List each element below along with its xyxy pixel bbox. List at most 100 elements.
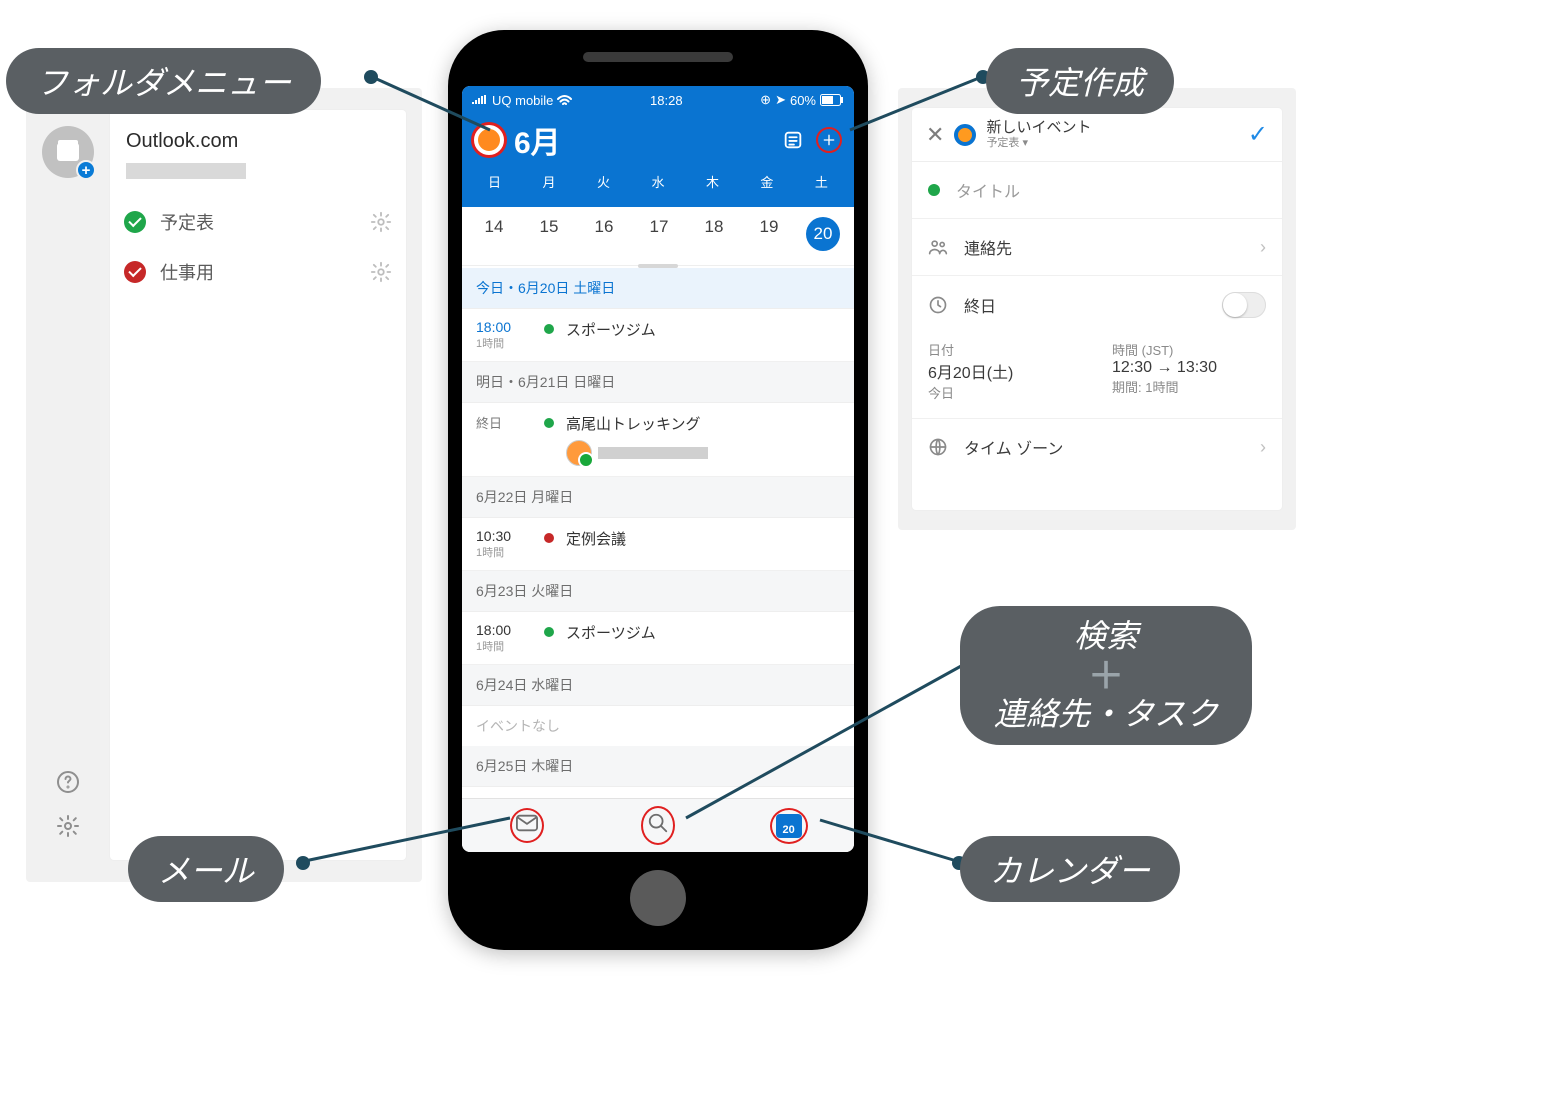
date-cell[interactable]: 15 [531,217,567,251]
month-label[interactable]: 6月 [514,118,561,162]
allday-field[interactable]: 終日 [912,276,1282,334]
tab-mail[interactable] [508,807,546,845]
attendee-avatar [566,440,592,466]
event-color-dot [544,418,554,428]
date-sub: 今日 [928,383,1082,402]
location-icon: ➤ [775,92,786,108]
annotation-plus: ＋ [1088,655,1124,696]
tab-bar: 20 [462,798,854,852]
section-header: 6月25日 木曜日 [462,746,854,787]
date-cell-selected[interactable]: 20 [806,217,840,251]
event-title: スポーツジム [566,622,840,643]
calendar-header: 6月 日 月 火 水 木 金 土 [462,114,854,207]
date-cell[interactable]: 18 [696,217,732,251]
date-label: 日付 [928,340,1082,359]
section-header: 明日・6月21日 日曜日 [462,362,854,403]
agenda-list[interactable]: 今日・6月20日 土曜日 18:001時間 スポーツジム 明日・6月21日 日曜… [462,268,854,829]
account-icon[interactable]: + [42,126,94,178]
calendar-picker[interactable]: 予定表 ▾ [986,137,1091,149]
annotation-search: 検索 ＋ 連絡先・タスク [960,606,1252,745]
date-cell[interactable]: 16 [586,217,622,251]
date-value: 6月20日(土) [928,359,1082,383]
add-account-badge[interactable]: + [76,160,96,180]
date-cell[interactable]: 14 [476,217,512,251]
weekday: 水 [651,172,664,191]
attendee-name-placeholder [598,447,708,459]
event-row[interactable]: 10:301時間 定例会議 [462,518,854,571]
event-title: 高尾山トレッキング [566,413,840,434]
date-row: 14 15 16 17 18 19 20 [462,207,854,266]
globe-icon [928,437,948,457]
calendar-name: 仕事用 [160,259,214,285]
help-icon[interactable] [56,770,80,794]
event-row[interactable]: 18:001時間 スポーツジム [462,612,854,665]
annotation-calendar: カレンダー [960,836,1180,902]
event-row[interactable]: 終日 高尾山トレッキング [462,403,854,477]
people-icon [928,237,948,257]
contacts-label: 連絡先 [964,235,1012,259]
section-header: 6月24日 水曜日 [462,665,854,706]
tab-calendar[interactable]: 20 [770,807,808,845]
weekday: 土 [815,172,828,191]
phone-screen: UQ mobile 18:28 ⊕ ➤ 60% 6月 [462,86,854,852]
menu-avatar-button[interactable] [474,125,504,155]
checkmark-icon[interactable] [124,261,146,283]
time-sub: 期間: 1時間 [1112,377,1266,396]
event-title: 定例会議 [566,528,840,549]
gear-icon[interactable] [370,211,392,233]
datetime-field[interactable]: 日付 6月20日(土) 今日 時間 (JST) 12:30 → 13:30 期間… [912,334,1282,419]
wifi-icon [557,95,572,106]
allday-label: 終日 [964,293,996,317]
event-title: スポーツジム [566,319,840,340]
clock-icon [928,295,948,315]
section-header: 6月23日 火曜日 [462,571,854,612]
annotation-text: 検索 [1074,618,1138,655]
title-placeholder: タイトル [956,178,1020,202]
gear-icon[interactable] [370,261,392,283]
event-time: 18:00 [476,622,511,638]
calendar-icon: 20 [776,814,802,838]
event-row[interactable]: 18:001時間 スポーツジム [462,309,854,362]
date-cell[interactable]: 17 [641,217,677,251]
weekday: 火 [597,172,610,191]
timezone-field[interactable]: タイム ゾーン › [912,419,1282,475]
weekday: 金 [760,172,773,191]
event-time: 10:30 [476,528,511,544]
title-field[interactable]: タイトル [912,162,1282,219]
tab-search[interactable] [639,807,677,845]
account-rail: + [38,126,98,846]
event-duration: 1時間 [476,335,532,351]
confirm-icon[interactable]: ✓ [1248,120,1268,149]
event-color-dot [544,324,554,334]
timezone-label: タイム ゾーン [964,435,1063,459]
carrier-label: UQ mobile [492,93,553,108]
settings-icon[interactable] [56,814,80,838]
weekday: 日 [488,172,501,191]
date-cell[interactable]: 19 [751,217,787,251]
calendar-item[interactable]: 仕事用 [110,247,406,297]
new-event-card: ✕ 新しいイベント 予定表 ▾ ✓ タイトル 連絡先 › 終日 日付 6月2 [912,108,1282,510]
section-header: 6月22日 月曜日 [462,477,854,518]
contacts-field[interactable]: 連絡先 › [912,219,1282,276]
time-value: 12:30 → 13:30 [1112,359,1266,377]
attendee [566,440,840,466]
calendar-item[interactable]: 予定表 [110,197,406,247]
event-allday: 終日 [476,413,532,432]
signal-icon [472,95,488,105]
new-event-title: 新しいイベント [986,120,1091,137]
annotation-mail: メール [128,836,284,902]
close-icon[interactable]: ✕ [926,122,944,148]
battery-icon [820,94,844,106]
event-color-dot [544,533,554,543]
color-dot-icon [928,184,940,196]
allday-toggle[interactable] [1222,292,1266,318]
phone-frame: UQ mobile 18:28 ⊕ ➤ 60% 6月 [448,30,868,950]
event-time: 18:00 [476,319,511,335]
status-bar: UQ mobile 18:28 ⊕ ➤ 60% [462,86,854,114]
agenda-view-button[interactable] [780,127,806,153]
new-event-button[interactable] [816,127,842,153]
home-button[interactable] [630,870,686,926]
time-label: 時間 (JST) [1112,340,1266,359]
checkmark-icon[interactable] [124,211,146,233]
annotation-text: 連絡先・タスク [994,696,1218,733]
